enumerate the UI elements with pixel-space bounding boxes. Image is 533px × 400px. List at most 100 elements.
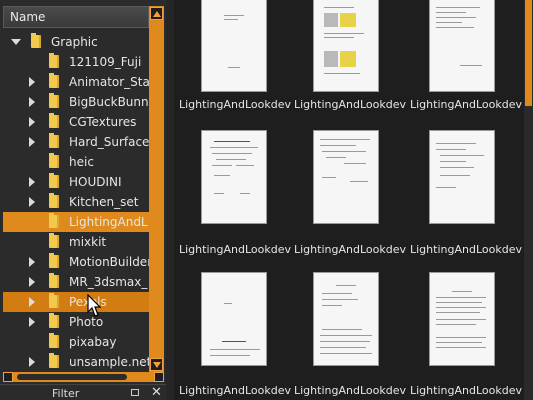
tree-item[interactable]: pixabay <box>3 332 149 352</box>
folder-icon <box>49 233 59 248</box>
scroll-down-arrow-icon[interactable] <box>150 358 163 371</box>
document-preview <box>313 130 379 224</box>
grid-vertical-scrollbar[interactable] <box>524 0 533 400</box>
tree-item-label: CGTextures <box>69 115 137 129</box>
document-preview <box>429 130 495 224</box>
close-icon[interactable]: ✕ <box>151 385 162 400</box>
tree-item[interactable]: heic <box>3 152 149 172</box>
tree-item-label: MR_3dsmax_ <box>69 275 148 289</box>
tree-item[interactable]: LightingAndL <box>3 212 149 232</box>
tree-item-label: unsample.net <box>69 355 149 369</box>
folder-icon <box>49 333 59 348</box>
folder-icon <box>31 33 41 48</box>
tree-item-label: Hard_Surface <box>69 135 149 149</box>
tree-item[interactable]: Photo <box>3 312 149 332</box>
tree-item-label: MotionBuilder <box>69 255 149 269</box>
horizontal-scroll-thumb[interactable] <box>17 374 127 380</box>
thumbnail-label: LightingAndLookdev <box>410 384 522 397</box>
scroll-up-arrow-icon[interactable] <box>150 7 163 20</box>
tree-item[interactable]: Animator_Sta <box>3 72 149 92</box>
tree-item[interactable]: 121109_Fuji <box>3 52 149 72</box>
tree-item[interactable]: Hard_Surface <box>3 132 149 152</box>
collapsed-arrow-icon[interactable] <box>29 257 35 267</box>
scroll-right-arrow-icon[interactable] <box>154 372 164 382</box>
scroll-left-arrow-icon[interactable] <box>3 372 13 382</box>
tree-item-label: pixabay <box>69 335 117 349</box>
tree-item[interactable]: HOUDINI <box>3 172 149 192</box>
folder-icon <box>49 293 59 308</box>
tree-item[interactable]: mixkit <box>3 232 149 252</box>
thumbnail-label: LightingAndLookdev <box>179 98 291 111</box>
tree-item[interactable]: Pexels <box>3 292 149 312</box>
filter-label: Filter <box>52 387 80 400</box>
collapsed-arrow-icon[interactable] <box>29 317 35 327</box>
document-preview <box>313 0 379 92</box>
thumbnail-label: LightingAndLookdev <box>294 384 406 397</box>
tree-header-label: Name <box>10 10 46 24</box>
tree-item-label: Kitchen_set <box>69 195 139 209</box>
tree-item-label: Graphic <box>51 35 98 49</box>
collapsed-arrow-icon[interactable] <box>29 117 35 127</box>
document-preview <box>201 0 267 92</box>
expanded-arrow-icon[interactable] <box>11 39 21 45</box>
collapsed-arrow-icon[interactable] <box>29 97 35 107</box>
folder-icon <box>49 353 59 368</box>
collapsed-arrow-icon[interactable] <box>29 77 35 87</box>
collapsed-arrow-icon[interactable] <box>29 277 35 287</box>
tree-item-label: HOUDINI <box>69 175 122 189</box>
document-preview <box>429 0 495 92</box>
tree-item-label: Animator_Sta <box>69 75 149 89</box>
document-preview <box>201 130 267 224</box>
thumbnail-label: LightingAndLookdev <box>410 98 522 111</box>
document-preview <box>201 272 267 366</box>
tree-item-label: heic <box>69 155 94 169</box>
tree-item[interactable]: CGTextures <box>3 112 149 132</box>
tree-item[interactable]: Kitchen_set <box>3 192 149 212</box>
tree-item-label: Photo <box>69 315 104 329</box>
tree-horizontal-scrollbar[interactable] <box>3 372 164 382</box>
restore-window-icon[interactable] <box>131 389 139 396</box>
tree-column-header[interactable]: Name <box>3 6 149 28</box>
collapsed-arrow-icon[interactable] <box>29 197 35 207</box>
folder-icon <box>49 253 59 268</box>
tree-item-label: mixkit <box>69 235 107 249</box>
folder-icon <box>49 153 59 168</box>
tree-item-label: BigBuckBunny <box>69 95 149 109</box>
panel-splitter[interactable] <box>166 0 174 400</box>
thumbnail-label: LightingAndLookdev <box>294 243 406 256</box>
folder-icon <box>49 313 59 328</box>
folder-icon <box>49 273 59 288</box>
folder-icon <box>49 53 59 68</box>
thumbnail-grid: LightingAndLookdev LightingAndLookdev Li… <box>174 0 524 400</box>
document-preview <box>429 272 495 366</box>
thumbnail-label: LightingAndLookdev <box>294 98 406 111</box>
folder-icon <box>49 73 59 88</box>
filter-bar: Filter ✕ <box>0 384 166 400</box>
tree-item[interactable]: MotionBuilder <box>3 252 149 272</box>
collapsed-arrow-icon[interactable] <box>29 297 35 307</box>
thumbnail-label: LightingAndLookdev <box>179 384 291 397</box>
folder-tree-panel: Name Graphic 121109_Fuji Animator_Sta BigBu… <box>0 0 166 400</box>
folder-icon <box>49 173 59 188</box>
collapsed-arrow-icon[interactable] <box>29 137 35 147</box>
folder-icon <box>49 133 59 148</box>
collapsed-arrow-icon[interactable] <box>29 177 35 187</box>
folder-icon <box>49 193 59 208</box>
collapsed-arrow-icon[interactable] <box>29 357 35 367</box>
folder-icon <box>49 113 59 128</box>
tree-item[interactable]: BigBuckBunny <box>3 92 149 112</box>
mouse-pointer-icon <box>87 294 102 317</box>
thumbnail-label: LightingAndLookdev <box>179 243 291 256</box>
thumbnail-label: LightingAndLookdev <box>410 243 522 256</box>
tree-vertical-scrollbar[interactable] <box>149 6 164 372</box>
folder-icon <box>49 93 59 108</box>
tree-item-label: 121109_Fuji <box>69 55 142 69</box>
tree-item[interactable]: Graphic <box>3 32 149 52</box>
folder-tree: Graphic 121109_Fuji Animator_Sta BigBuckBun… <box>3 32 149 372</box>
folder-icon <box>49 213 59 228</box>
tree-item-label: Pexels <box>69 295 149 309</box>
tree-item[interactable]: MR_3dsmax_ <box>3 272 149 292</box>
grid-scroll-thumb[interactable] <box>525 0 532 106</box>
tree-item-label: LightingAndL <box>69 215 148 229</box>
tree-item[interactable]: unsample.net <box>3 352 149 372</box>
